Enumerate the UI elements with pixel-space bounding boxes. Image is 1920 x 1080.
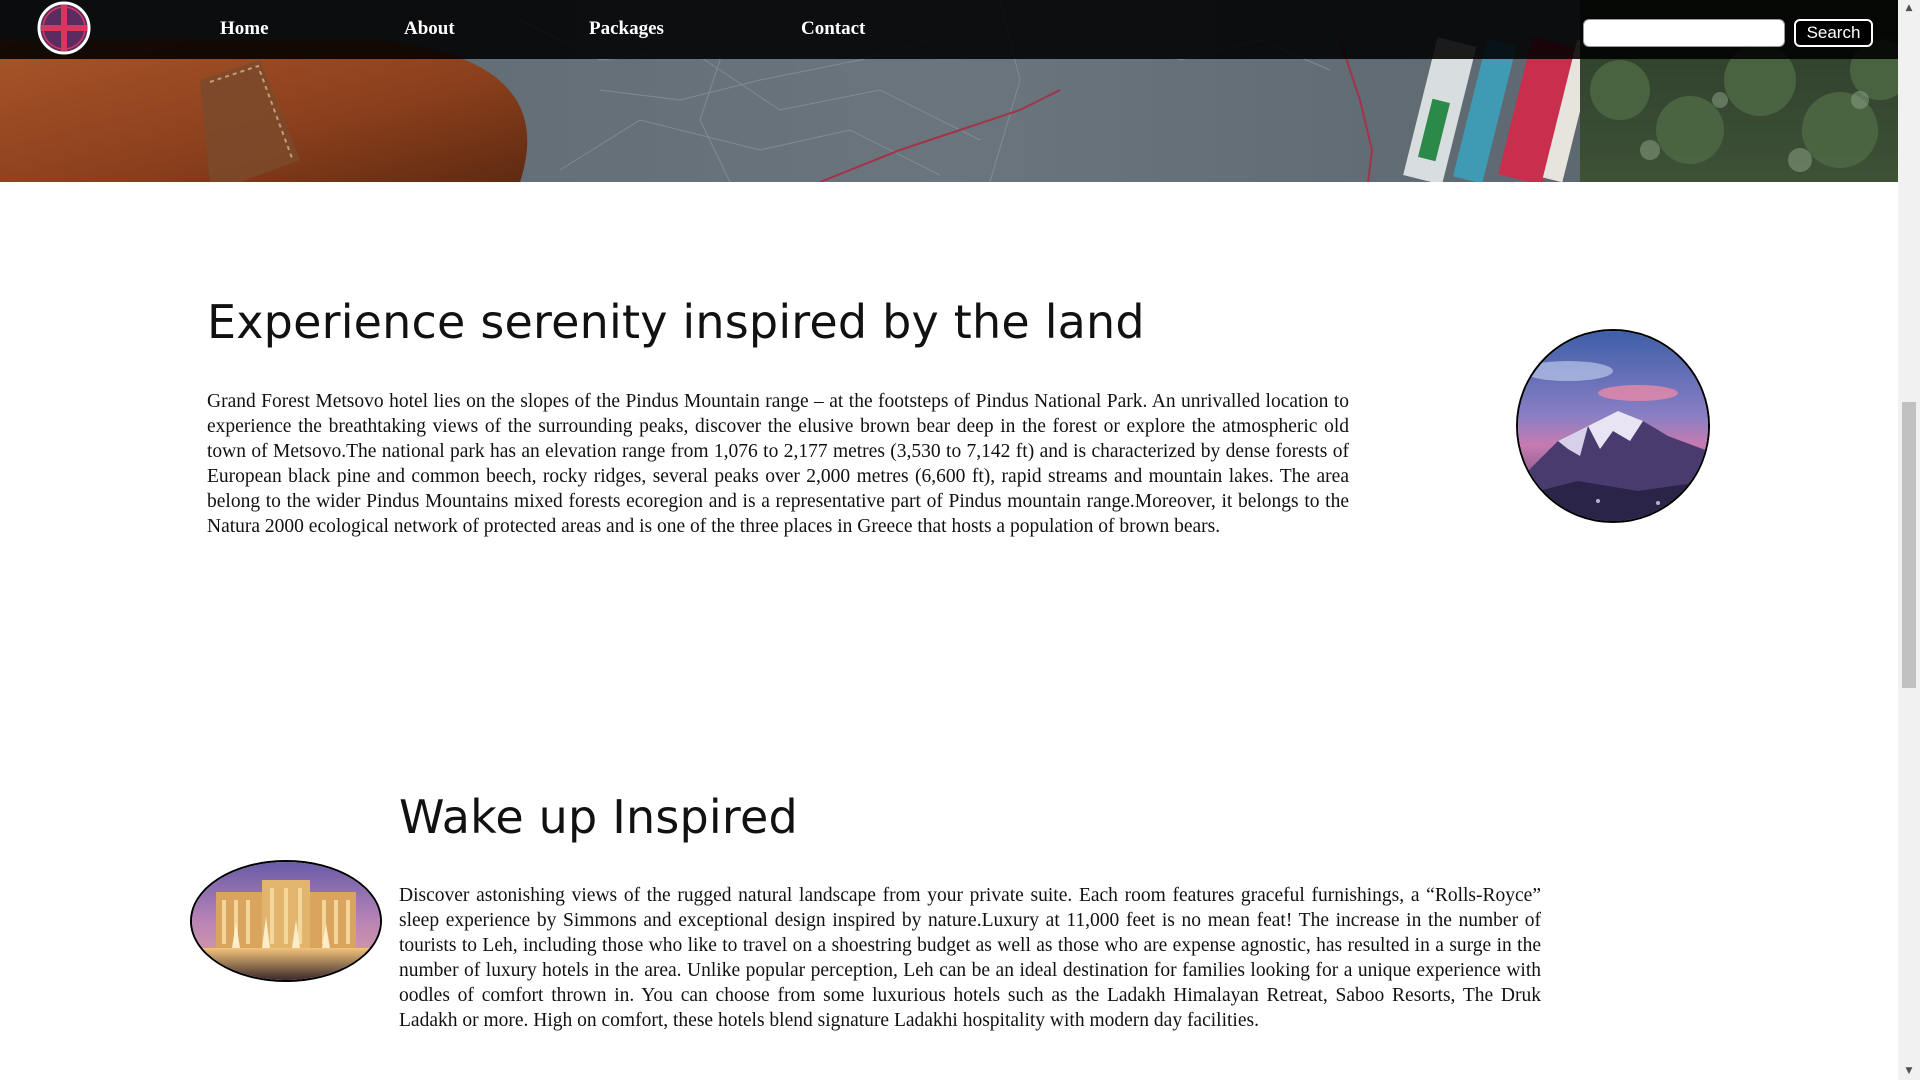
scroll-up-arrow-icon[interactable]: ▲ <box>1898 0 1920 17</box>
section2-heading: Wake up Inspired <box>399 790 798 844</box>
scroll-down-arrow-icon[interactable]: ▼ <box>1898 1063 1920 1080</box>
nav-packages-link[interactable]: Packages <box>589 18 664 40</box>
nav-home-link[interactable]: Home <box>220 18 269 40</box>
globe-cross-logo-icon[interactable] <box>37 1 91 55</box>
nav-contact-link[interactable]: Contact <box>801 18 865 40</box>
section2-paragraph: Discover astonishing views of the rugged… <box>399 885 1541 1031</box>
search-button[interactable]: Search <box>1794 19 1873 47</box>
luxury-hotel-fountain-photo <box>190 860 382 982</box>
search-input[interactable] <box>1583 19 1785 47</box>
section1-heading: Experience serenity inspired by the land <box>207 295 1145 349</box>
nav-about-link[interactable]: About <box>404 18 455 40</box>
snowy-mountain-sunset-photo <box>1516 329 1710 523</box>
top-navbar: Home About Packages Contact Search <box>0 0 1898 59</box>
section1-paragraph: Grand Forest Metsovo hotel lies on the s… <box>207 391 1349 537</box>
page-scrollbar[interactable]: ▲ ▼ <box>1898 0 1920 1080</box>
scrollbar-thumb[interactable] <box>1902 402 1916 688</box>
